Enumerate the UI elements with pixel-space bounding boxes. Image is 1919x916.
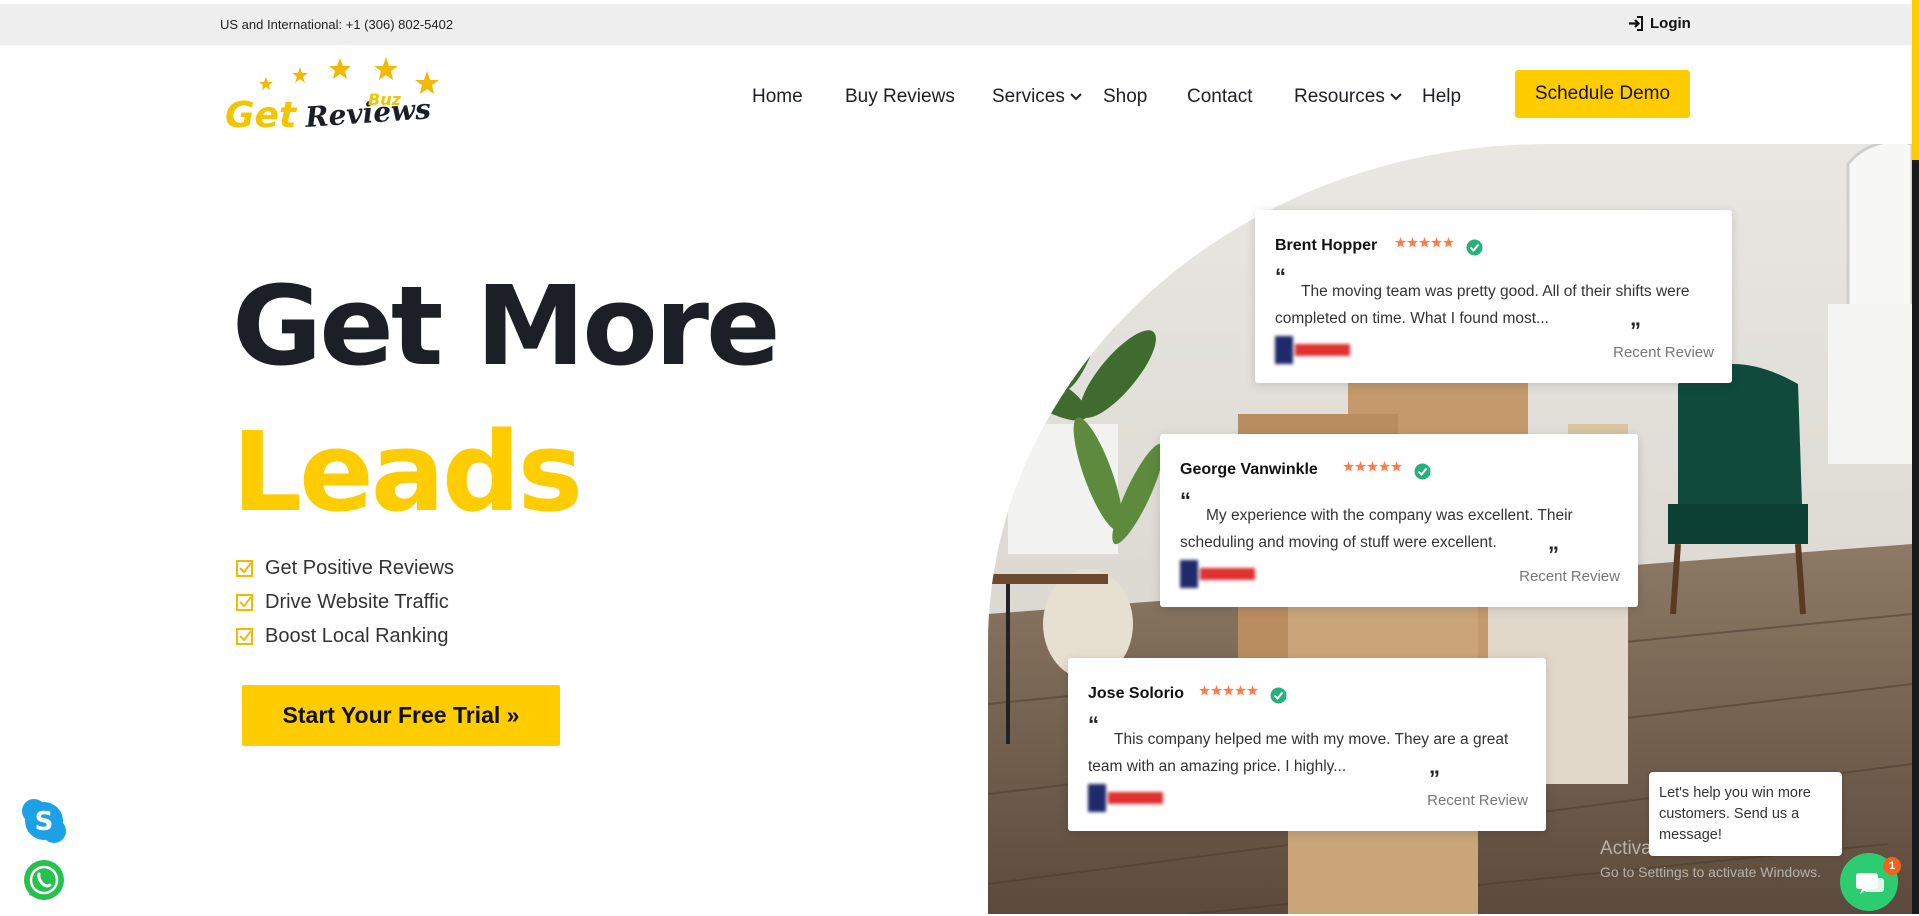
scrollbar-track[interactable]: [1912, 160, 1919, 914]
nav-services-label: Services: [992, 86, 1065, 107]
watermark-line-2: Go to Settings to activate Windows.: [1600, 864, 1821, 880]
company-logo: [1180, 560, 1255, 588]
star-icon: [1247, 685, 1258, 696]
quote-close-mark: ”: [1429, 766, 1440, 791]
verified-icon: [1414, 463, 1431, 480]
scrollbar-accent: [1912, 0, 1919, 160]
nav-resources[interactable]: Resources: [1294, 86, 1402, 108]
nav-home-label: Home: [752, 86, 803, 107]
recent-review-link[interactable]: Recent Review: [1613, 344, 1714, 361]
company-logo: [1088, 784, 1163, 812]
login-icon: [1629, 16, 1643, 31]
star-icon: [1395, 237, 1406, 248]
watermark-line-1: Activate Windows: [1600, 838, 1750, 859]
star-icon: [1391, 461, 1402, 472]
star-icon: [1355, 461, 1366, 472]
nav-contact-label: Contact: [1187, 86, 1253, 107]
reviewer-name: Jose Solorio: [1088, 685, 1185, 702]
review-card: George Vanwinkle “ My experience with th…: [1160, 434, 1638, 607]
nav-help[interactable]: Help: [1422, 86, 1461, 108]
hero-title-line-1: Get More: [232, 262, 781, 390]
benefit-list: Get Positive Reviews Drive Website Traff…: [236, 551, 454, 653]
quote-close-mark: ”: [1548, 542, 1559, 567]
schedule-demo-button[interactable]: Schedule Demo: [1515, 70, 1690, 118]
rating-stars: [1199, 685, 1258, 696]
nav-shop[interactable]: Shop: [1103, 86, 1147, 108]
rating-stars: [1395, 237, 1454, 248]
recent-review-link[interactable]: Recent Review: [1427, 792, 1528, 809]
logo-word-buz: Buz: [368, 90, 402, 109]
nav-help-label: Help: [1422, 86, 1462, 107]
login-link[interactable]: Login: [1628, 15, 1691, 32]
site-logo[interactable]: Get Reviews Buz: [222, 55, 447, 140]
checkbox-icon: [236, 593, 253, 611]
rating-stars: [1343, 461, 1402, 472]
star-icon: [1367, 461, 1378, 472]
reviewer-name: Brent Hopper: [1275, 237, 1378, 254]
hero-title-line-2: Leads: [232, 408, 583, 536]
logo-word-get: Get: [225, 95, 298, 136]
review-text: This company helped me with my move. The…: [1088, 731, 1509, 775]
nav-services[interactable]: Services: [992, 86, 1082, 108]
start-free-trial-button[interactable]: Start Your Free Trial »: [242, 685, 560, 746]
nav-buy-reviews-label: Buy Reviews: [845, 86, 955, 107]
logo-star-icon: [292, 67, 308, 83]
reviewer-name: George Vanwinkle: [1180, 461, 1318, 478]
whatsapp-icon[interactable]: [22, 858, 66, 902]
list-item: Get Positive Reviews: [236, 551, 454, 585]
phone-number: US and International: +1 (306) 802-5402: [220, 17, 454, 32]
benefit-text: Drive Website Traffic: [265, 590, 449, 613]
windows-activation-watermark: Activate Windows Go to Settings to activ…: [1600, 838, 1821, 880]
review-card: Brent Hopper “ The moving team was prett…: [1255, 210, 1732, 383]
top-bar: US and International: +1 (306) 802-5402 …: [0, 4, 1912, 45]
skype-icon[interactable]: S: [20, 797, 68, 845]
nav-resources-label: Resources: [1294, 86, 1385, 107]
star-icon: [1223, 685, 1234, 696]
star-icon: [1431, 237, 1442, 248]
chevron-down-icon: [1070, 93, 1082, 101]
nav-shop-label: Shop: [1103, 86, 1148, 107]
nav-buy-reviews[interactable]: Buy Reviews: [845, 86, 955, 108]
logo-star-icon: [415, 71, 439, 94]
list-item: Drive Website Traffic: [236, 585, 454, 619]
company-logo: [1275, 336, 1350, 364]
benefit-text: Boost Local Ranking: [265, 624, 449, 647]
star-icon: [1211, 685, 1222, 696]
logo-star-icon: [329, 58, 351, 79]
star-icon: [1443, 237, 1454, 248]
logo-star-icon: [259, 77, 273, 90]
checkbox-icon: [236, 559, 253, 577]
nav-contact[interactable]: Contact: [1187, 86, 1252, 108]
star-icon: [1407, 237, 1418, 248]
checkbox-icon: [236, 627, 253, 645]
chat-unread-badge: 1: [1883, 857, 1901, 875]
review-card: Jose Solorio “ This company helped me wi…: [1068, 658, 1546, 831]
svg-text:S: S: [35, 807, 54, 837]
star-icon: [1343, 461, 1354, 472]
verified-icon: [1466, 239, 1483, 256]
review-text: The moving team was pretty good. All of …: [1275, 283, 1690, 327]
logo-star-icon: [374, 57, 398, 80]
chevron-down-icon: [1390, 93, 1402, 101]
star-icon: [1419, 237, 1430, 248]
login-label: Login: [1650, 15, 1691, 32]
star-icon: [1235, 685, 1246, 696]
quote-close-mark: ”: [1630, 318, 1641, 343]
star-icon: [1199, 685, 1210, 696]
star-icon: [1379, 461, 1390, 472]
nav-home[interactable]: Home: [752, 86, 803, 108]
list-item: Boost Local Ranking: [236, 619, 454, 653]
benefit-text: Get Positive Reviews: [265, 556, 454, 579]
verified-icon: [1270, 687, 1287, 704]
recent-review-link[interactable]: Recent Review: [1519, 568, 1620, 585]
